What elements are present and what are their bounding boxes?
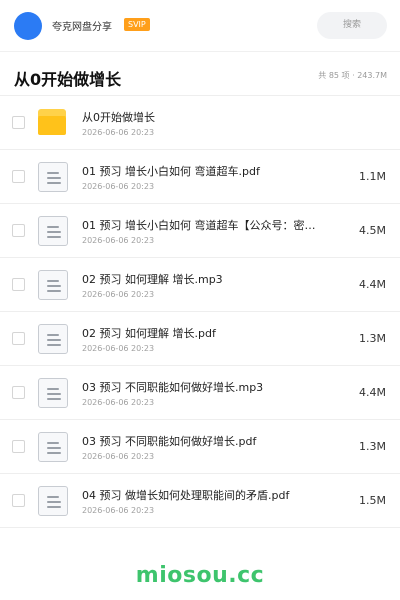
- folder-icon: [38, 108, 68, 138]
- file-name: 01 预习 增长小白如何 弯道超车【公众号：密…: [82, 219, 316, 232]
- row-checkbox[interactable]: [12, 332, 25, 345]
- file-date: 2026-06-06 20:23: [82, 236, 155, 245]
- document-icon: [38, 270, 68, 300]
- list-item[interactable]: 02 预习 如何理解 增长.pdf 2026-06-06 20:23 1.3M: [0, 312, 400, 366]
- list-item[interactable]: 03 预习 不同职能如何做好增长.mp3 2026-06-06 20:23 4.…: [0, 366, 400, 420]
- document-icon: [38, 432, 68, 462]
- row-checkbox[interactable]: [12, 278, 25, 291]
- file-name: 03 预习 不同职能如何做好增长.pdf: [82, 435, 257, 448]
- file-size: 4.4M: [359, 278, 386, 291]
- file-name: 从0开始做增长: [82, 111, 155, 124]
- document-icon: [38, 324, 68, 354]
- brand-label: 夸克网盘分享: [52, 22, 112, 33]
- row-checkbox[interactable]: [12, 386, 25, 399]
- list-item[interactable]: 04 预习 做增长如何处理职能间的矛盾.pdf 2026-06-06 20:23…: [0, 474, 400, 528]
- file-name: 04 预习 做增长如何处理职能间的矛盾.pdf: [82, 489, 290, 502]
- document-icon: [38, 216, 68, 246]
- list-item[interactable]: 01 预习 增长小白如何 弯道超车【公众号：密… 2026-06-06 20:2…: [0, 204, 400, 258]
- file-size: 1.3M: [359, 332, 386, 345]
- file-size: 1.3M: [359, 440, 386, 453]
- document-icon: [38, 486, 68, 516]
- file-date: 2026-06-06 20:23: [82, 506, 155, 515]
- svip-badge: SVIP: [124, 18, 150, 31]
- row-checkbox[interactable]: [12, 116, 25, 129]
- file-date: 2026-06-06 20:23: [82, 182, 155, 191]
- list-item[interactable]: 从0开始做增长 2026-06-06 20:23: [0, 96, 400, 150]
- file-name: 02 预习 如何理解 增长.pdf: [82, 327, 216, 340]
- page-title: 从0开始做增长: [14, 70, 122, 89]
- row-checkbox[interactable]: [12, 440, 25, 453]
- file-date: 2026-06-06 20:23: [82, 452, 155, 461]
- row-checkbox[interactable]: [12, 224, 25, 237]
- file-size: 1.5M: [359, 494, 386, 507]
- item-summary: 共 85 项 · 243.7M: [318, 71, 387, 80]
- document-icon: [38, 378, 68, 408]
- file-size: 4.4M: [359, 386, 386, 399]
- file-size: 4.5M: [359, 224, 386, 237]
- row-checkbox[interactable]: [12, 170, 25, 183]
- file-date: 2026-06-06 20:23: [82, 128, 155, 137]
- list-item[interactable]: 02 预习 如何理解 增长.mp3 2026-06-06 20:23 4.4M: [0, 258, 400, 312]
- top-bar: 夸克网盘分享 SVIP 搜索: [0, 0, 400, 52]
- file-size: 1.1M: [359, 170, 386, 183]
- title-row: 从0开始做增长 共 85 项 · 243.7M: [0, 52, 400, 96]
- file-date: 2026-06-06 20:23: [82, 290, 155, 299]
- file-name: 03 预习 不同职能如何做好增长.mp3: [82, 381, 264, 394]
- file-date: 2026-06-06 20:23: [82, 398, 155, 407]
- file-date: 2026-06-06 20:23: [82, 344, 155, 353]
- list-item[interactable]: 03 预习 不同职能如何做好增长.pdf 2026-06-06 20:23 1.…: [0, 420, 400, 474]
- file-name: 01 预习 增长小白如何 弯道超车.pdf: [82, 165, 260, 178]
- document-icon: [38, 162, 68, 192]
- list-item[interactable]: 01 预习 增长小白如何 弯道超车.pdf 2026-06-06 20:23 1…: [0, 150, 400, 204]
- file-list: 从0开始做增长 2026-06-06 20:23 01 预习 增长小白如何 弯道…: [0, 96, 400, 528]
- avatar[interactable]: [14, 12, 42, 40]
- row-checkbox[interactable]: [12, 494, 25, 507]
- watermark-text: miosou.cc: [135, 563, 265, 588]
- search-input[interactable]: 搜索: [317, 12, 387, 39]
- file-name: 02 预习 如何理解 增长.mp3: [82, 273, 223, 286]
